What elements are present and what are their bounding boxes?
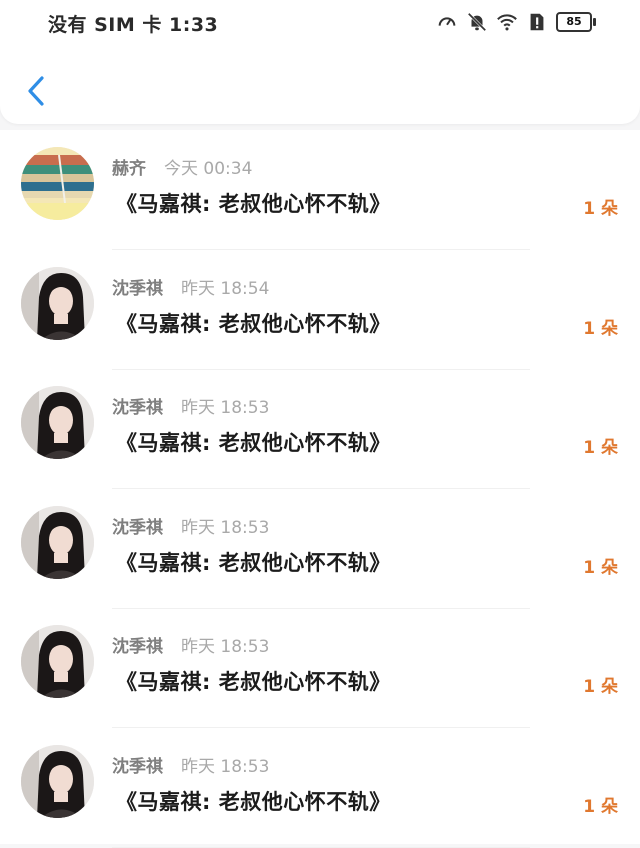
sender-name[interactable]: 沈季祺 xyxy=(112,757,163,777)
flower-count: 1 朵 xyxy=(583,199,618,219)
flower-count: 1 朵 xyxy=(583,796,618,817)
girl-avatar[interactable] xyxy=(21,625,94,698)
message-time: 昨天 18:53 xyxy=(181,398,270,418)
message-meta: 沈季祺 昨天 18:53 xyxy=(112,513,269,538)
message-row[interactable]: 沈季祺 昨天 18:54 《马嘉祺: 老叔他心怀不轨》 1 朵 xyxy=(0,250,640,370)
flower-count: 1 朵 xyxy=(583,557,618,578)
message-row[interactable]: 沈季祺 昨天 18:53 《马嘉祺: 老叔他心怀不轨》 1 朵 xyxy=(0,728,640,848)
book-title[interactable]: 《马嘉祺: 老叔他心怀不轨》 xyxy=(116,666,391,696)
battery-level: 85 xyxy=(556,12,592,32)
top-header-card: 没有 SIM 卡 1:33 85 xyxy=(0,0,640,124)
battery-icon: 85 xyxy=(556,12,596,32)
book-title[interactable]: 《马嘉祺: 老叔他心怀不轨》 xyxy=(116,547,391,577)
girl-avatar[interactable] xyxy=(21,386,94,459)
bell-muted-icon xyxy=(467,12,487,32)
message-meta: 赫齐 今天 00:34 xyxy=(112,154,252,179)
message-time: 昨天 18:53 xyxy=(181,756,270,777)
message-meta: 沈季祺 昨天 18:53 xyxy=(112,393,269,418)
message-list: 赫齐 今天 00:34 《马嘉祺: 老叔他心怀不轨》 1 朵沈季祺 昨天 18:54 《马… xyxy=(0,130,640,848)
message-meta: 沈季祺 昨天 18:53 xyxy=(112,752,269,777)
flower-count: 1 朵 xyxy=(583,677,618,697)
message-row[interactable]: 赫齐 今天 00:34 《马嘉祺: 老叔他心怀不轨》 1 朵 xyxy=(0,130,640,250)
speed-icon xyxy=(438,17,456,26)
sim-alert-icon xyxy=(530,13,544,31)
row-divider xyxy=(112,846,530,848)
message-time: 昨天 18:53 xyxy=(181,637,270,657)
books-avatar[interactable] xyxy=(21,147,94,220)
message-row[interactable]: 沈季祺 昨天 18:53 《马嘉祺: 老叔他心怀不轨》 1 朵 xyxy=(0,369,640,489)
book-title[interactable]: 《马嘉祺: 老叔他心怀不轨》 xyxy=(116,188,391,218)
wifi-icon xyxy=(497,14,517,31)
book-title[interactable]: 《马嘉祺: 老叔他心怀不轨》 xyxy=(116,786,391,816)
book-title[interactable]: 《马嘉祺: 老叔他心怀不轨》 xyxy=(116,308,391,338)
message-time: 今天 00:34 xyxy=(164,159,253,179)
girl-avatar[interactable] xyxy=(21,744,94,818)
flower-count: 1 朵 xyxy=(583,318,618,339)
status-icons: 85 xyxy=(436,10,596,34)
sender-name[interactable]: 沈季祺 xyxy=(112,637,163,657)
sender-name[interactable]: 赫齐 xyxy=(112,159,146,179)
message-row[interactable]: 沈季祺 昨天 18:53 《马嘉祺: 老叔他心怀不轨》 1 朵 xyxy=(0,489,640,609)
sender-name[interactable]: 沈季祺 xyxy=(112,398,163,418)
message-time: 昨天 18:54 xyxy=(181,278,270,299)
sender-name[interactable]: 沈季祺 xyxy=(112,518,163,538)
message-meta: 沈季祺 昨天 18:53 xyxy=(112,632,269,657)
girl-avatar[interactable] xyxy=(21,505,94,579)
message-meta: 沈季祺 昨天 18:54 xyxy=(112,274,269,299)
battery-nub xyxy=(593,18,596,26)
message-row[interactable]: 沈季祺 昨天 18:53 《马嘉祺: 老叔他心怀不轨》 1 朵 xyxy=(0,608,640,728)
sender-name[interactable]: 沈季祺 xyxy=(112,279,163,299)
message-time: 昨天 18:53 xyxy=(181,517,270,538)
status-bar: 没有 SIM 卡 1:33 85 xyxy=(0,0,640,44)
girl-avatar[interactable] xyxy=(21,266,94,340)
status-carrier-time: 没有 SIM 卡 1:33 xyxy=(48,14,219,36)
back-button[interactable] xyxy=(22,74,50,108)
book-title[interactable]: 《马嘉祺: 老叔他心怀不轨》 xyxy=(116,427,391,457)
flower-count: 1 朵 xyxy=(583,438,618,458)
